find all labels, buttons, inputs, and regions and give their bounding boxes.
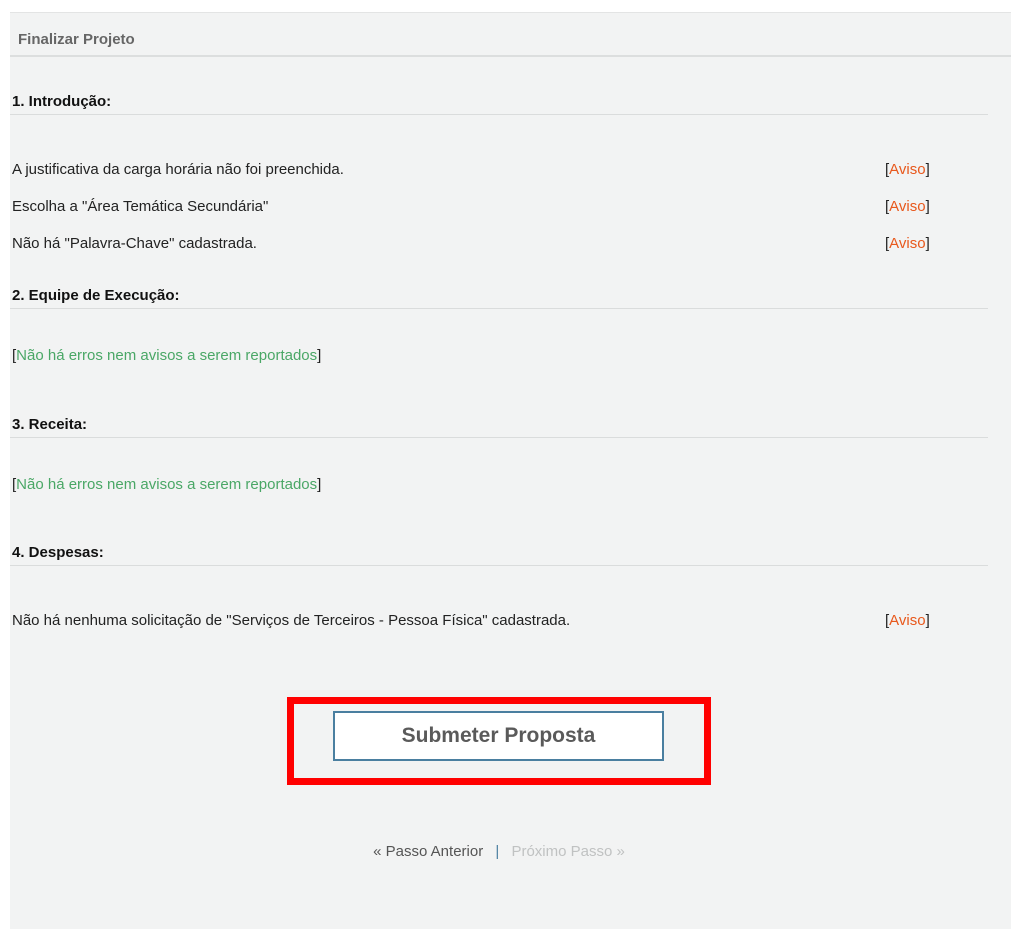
warning-message: Não há "Palavra-Chave" cadastrada. [12, 235, 257, 252]
section-title: 3. Receita: [10, 416, 988, 438]
aviso-link[interactable]: Aviso [889, 612, 925, 629]
section-introducao: 1. Introdução: A justificativa da carga … [10, 93, 988, 262]
section-title: 4. Despesas: [10, 544, 988, 566]
warning-message: A justificativa da carga horária não foi… [12, 161, 344, 178]
step-pager: « Passo Anterior | Próximo Passo » [10, 843, 988, 860]
no-issues-message: [Não há erros nem avisos a serem reporta… [12, 347, 322, 364]
section-title: 2. Equipe de Execução: [10, 287, 988, 309]
aviso-link[interactable]: Aviso [889, 235, 925, 252]
previous-step-link[interactable]: « Passo Anterior [373, 843, 483, 860]
list-item: Não há nenhuma solicitação de "Serviços … [10, 602, 988, 639]
warning-message: Escolha a "Área Temática Secundária" [12, 198, 269, 215]
pager-separator: | [495, 843, 500, 860]
warning-flag: [Aviso] [885, 612, 930, 629]
no-issues-message: [Não há erros nem avisos a serem reporta… [12, 476, 322, 493]
list-item: Não há "Palavra-Chave" cadastrada. [Avis… [10, 225, 988, 262]
list-item: A justificativa da carga horária não foi… [10, 151, 988, 188]
warning-flag: [Aviso] [885, 235, 930, 252]
no-issues-text: Não há erros nem avisos a serem reportad… [16, 347, 318, 364]
section-equipe-execucao: 2. Equipe de Execução: [Não há erros nem… [10, 287, 988, 364]
next-step-link[interactable]: Próximo Passo » [511, 843, 624, 860]
no-issues-text: Não há erros nem avisos a serem reportad… [16, 476, 318, 493]
section-despesas: 4. Despesas: Não há nenhuma solicitação … [10, 544, 988, 639]
section-receita: 3. Receita: [Não há erros nem avisos a s… [10, 416, 988, 493]
warning-message: Não há nenhuma solicitação de "Serviços … [12, 612, 571, 629]
aviso-link[interactable]: Aviso [889, 198, 925, 215]
warning-flag: [Aviso] [885, 161, 930, 178]
submit-proposal-button[interactable]: Submeter Proposta [333, 711, 664, 761]
section-title: 1. Introdução: [10, 93, 988, 115]
warning-flag: [Aviso] [885, 198, 930, 215]
aviso-link[interactable]: Aviso [889, 161, 925, 178]
panel-title: Finalizar Projeto [10, 13, 1011, 57]
list-item: Escolha a "Área Temática Secundária" [Av… [10, 188, 988, 225]
finalize-project-panel: Finalizar Projeto 1. Introdução: A justi… [10, 12, 1011, 929]
